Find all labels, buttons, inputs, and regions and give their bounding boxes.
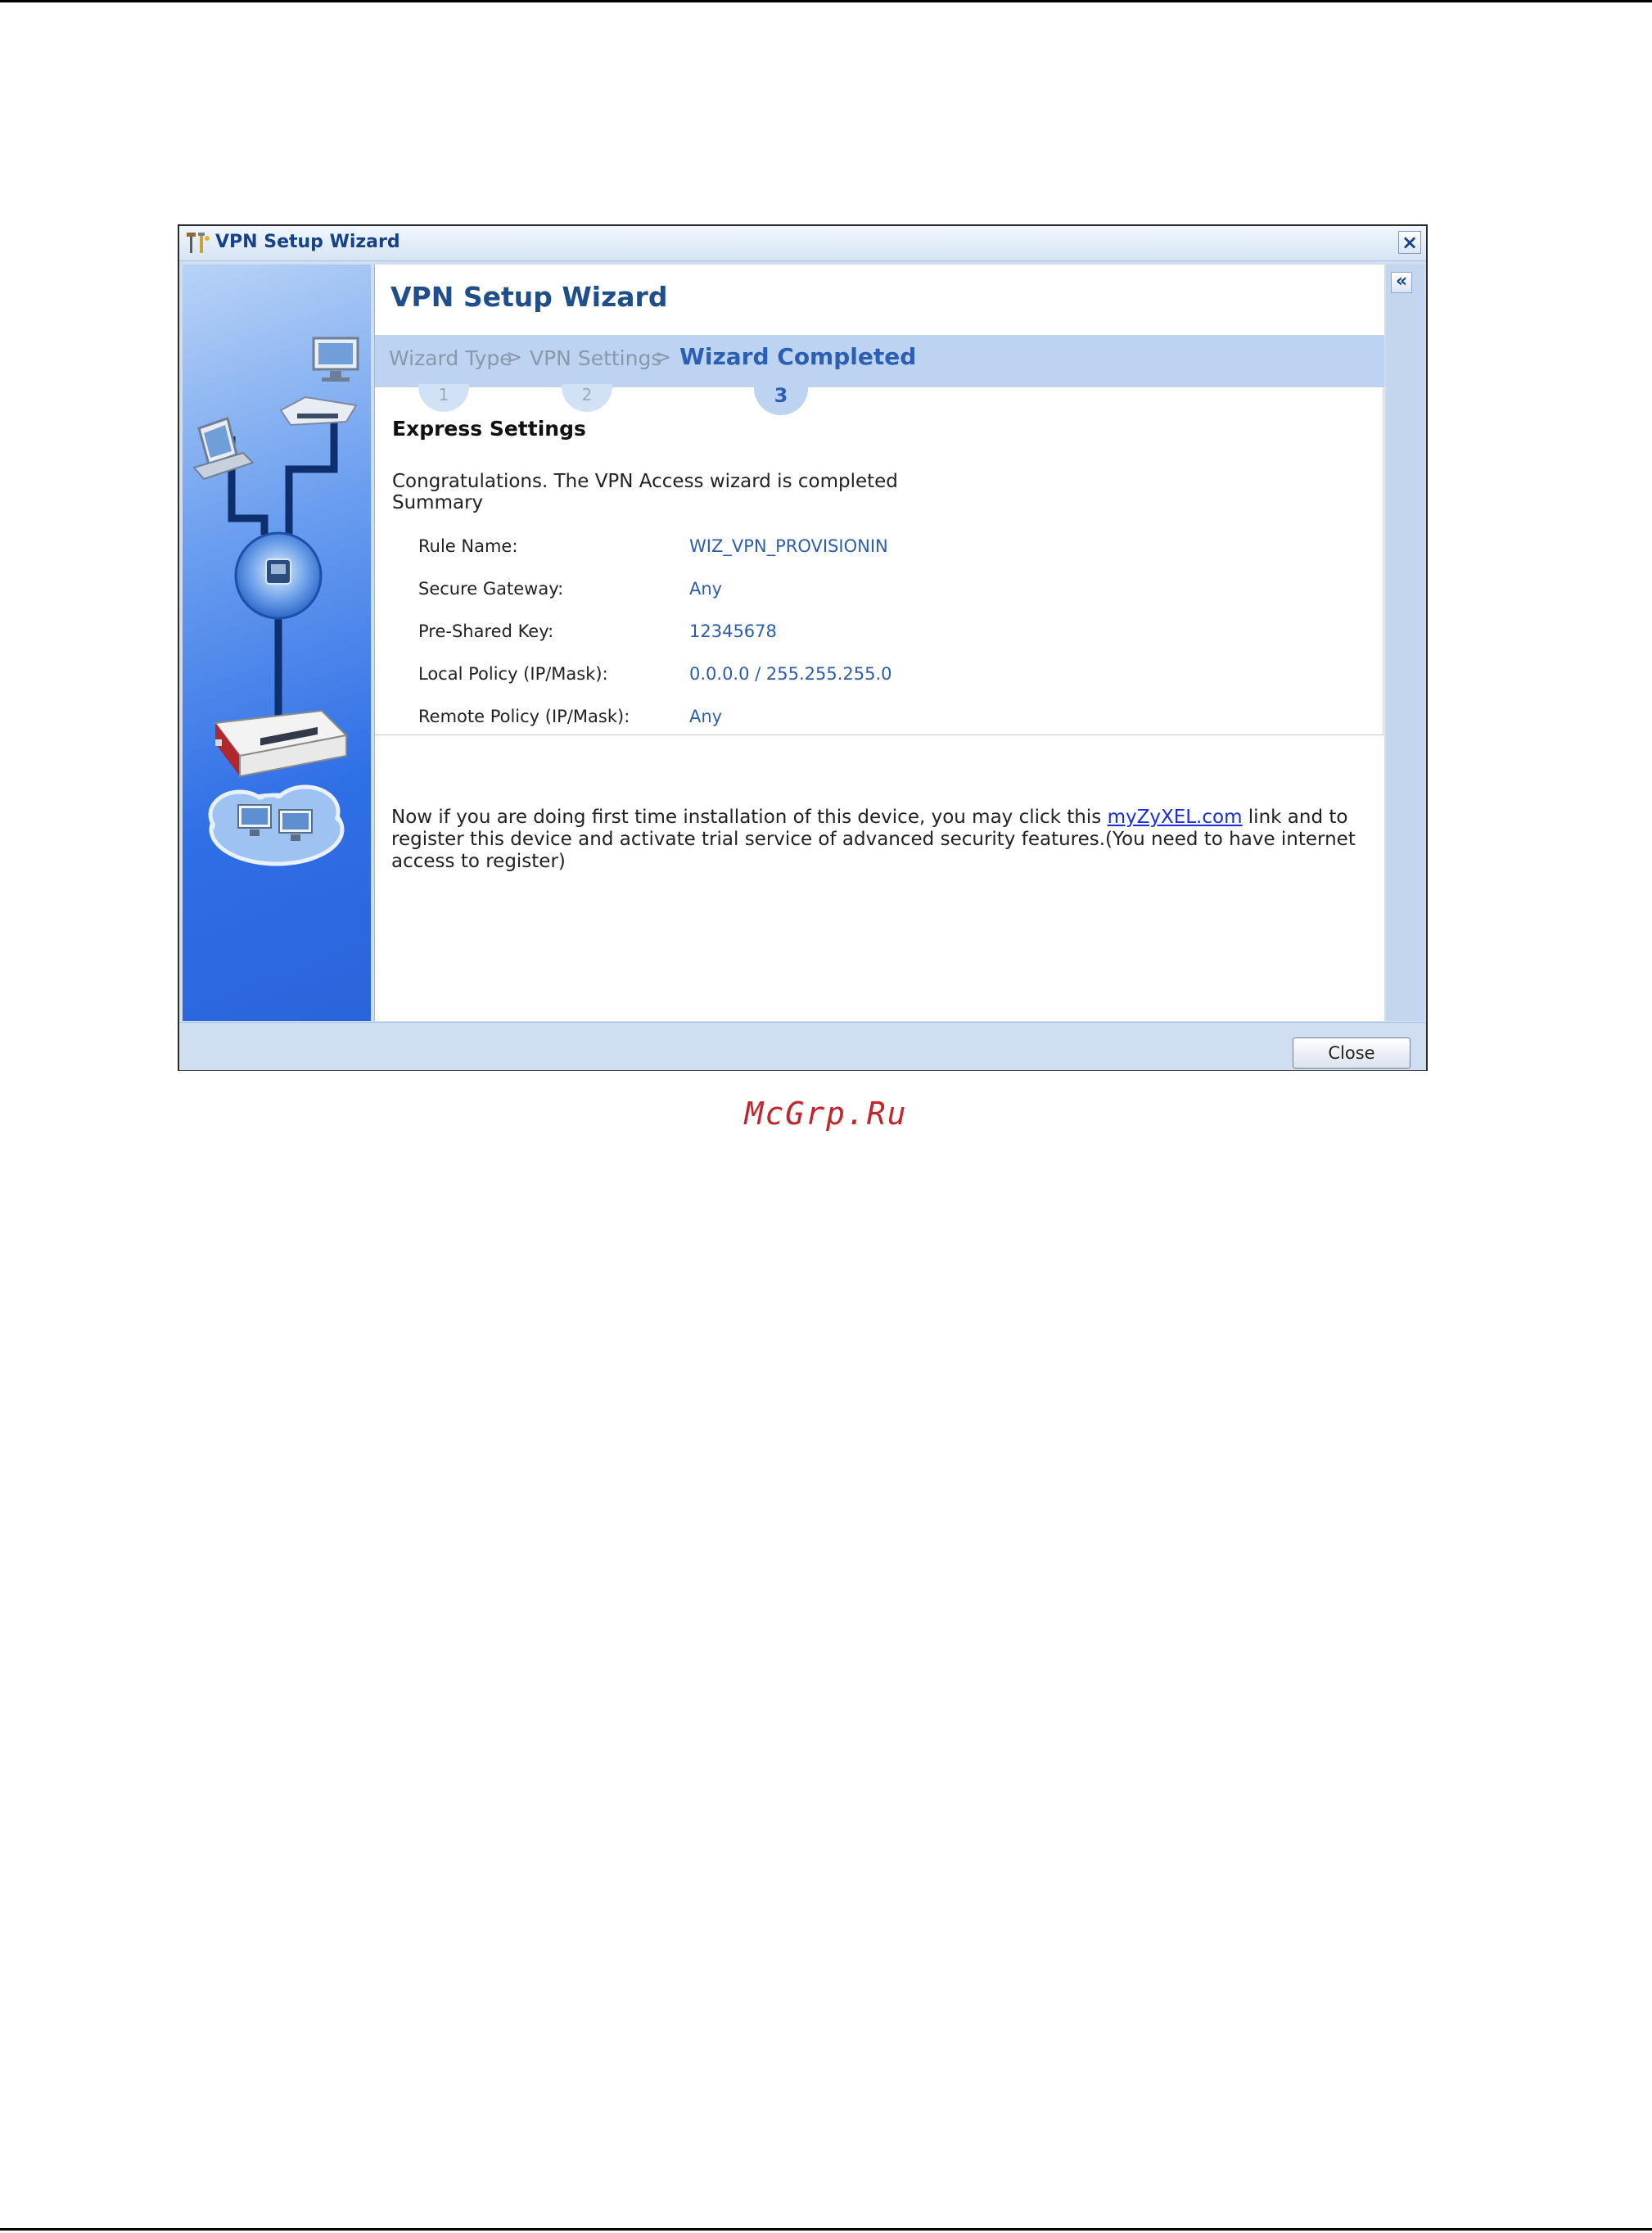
dialog-titlebar[interactable]: VPN Setup Wizard × bbox=[179, 226, 1426, 261]
section-title: Express Settings bbox=[392, 417, 586, 441]
right-side-strip bbox=[1386, 264, 1424, 1021]
vpn-setup-wizard-dialog: VPN Setup Wizard × VPN Setup Wizard Wiza… bbox=[178, 224, 1428, 1071]
double-chevron-left-icon[interactable]: « bbox=[1391, 272, 1412, 293]
rule-name-label: Rule Name: bbox=[418, 536, 518, 556]
pre-shared-key-label: Pre-Shared Key: bbox=[418, 622, 554, 641]
secure-gateway-label: Secure Gateway: bbox=[418, 579, 564, 599]
close-button[interactable]: Close bbox=[1293, 1037, 1411, 1069]
page-top-rule bbox=[0, 0, 1652, 2]
remote-policy-label: Remote Policy (IP/Mask): bbox=[418, 707, 630, 726]
wizard-steps: Wizard Type > VPN Settings > Wizard Comp… bbox=[375, 335, 1384, 415]
completion-message: Congratulations. The VPN Access wizard i… bbox=[392, 471, 898, 492]
step-separator-icon: > bbox=[655, 346, 672, 368]
local-policy-label: Local Policy (IP/Mask): bbox=[418, 664, 608, 684]
dialog-title: VPN Setup Wizard bbox=[215, 232, 400, 252]
page-bottom-rule bbox=[0, 2228, 1652, 2231]
myzyxel-link[interactable]: myZyXEL.com bbox=[1108, 807, 1243, 828]
step-wizard-completed: Wizard Completed bbox=[679, 343, 917, 370]
pre-shared-key-value: 12345678 bbox=[689, 622, 777, 641]
wizard-content: VPN Setup Wizard Wizard Type > VPN Setti… bbox=[374, 264, 1384, 1021]
step-separator-icon: > bbox=[506, 346, 523, 368]
watermark: McGrp.Ru bbox=[744, 1096, 908, 1132]
wizard-tools-icon bbox=[184, 231, 212, 255]
note-text-before: Now if you are doing first time installa… bbox=[391, 807, 1108, 828]
step-vpn-settings: VPN Settings bbox=[530, 346, 662, 370]
rule-name-value: WIZ_VPN_PROVISIONIN bbox=[689, 536, 888, 556]
registration-note: Now if you are doing first time installa… bbox=[391, 807, 1374, 873]
secure-gateway-value: Any bbox=[689, 579, 723, 599]
network-illustration bbox=[183, 264, 371, 1021]
express-settings-panel: Express Settings Congratulations. The VP… bbox=[375, 387, 1383, 735]
local-policy-value: 0.0.0.0 / 255.255.255.0 bbox=[689, 664, 892, 684]
dialog-footer: Close bbox=[179, 1022, 1426, 1070]
step-wizard-type: Wizard Type bbox=[389, 346, 512, 370]
close-icon[interactable]: × bbox=[1398, 231, 1421, 254]
wizard-heading: VPN Setup Wizard bbox=[390, 281, 668, 313]
remote-policy-value: Any bbox=[689, 707, 723, 726]
summary-label: Summary bbox=[392, 492, 484, 513]
